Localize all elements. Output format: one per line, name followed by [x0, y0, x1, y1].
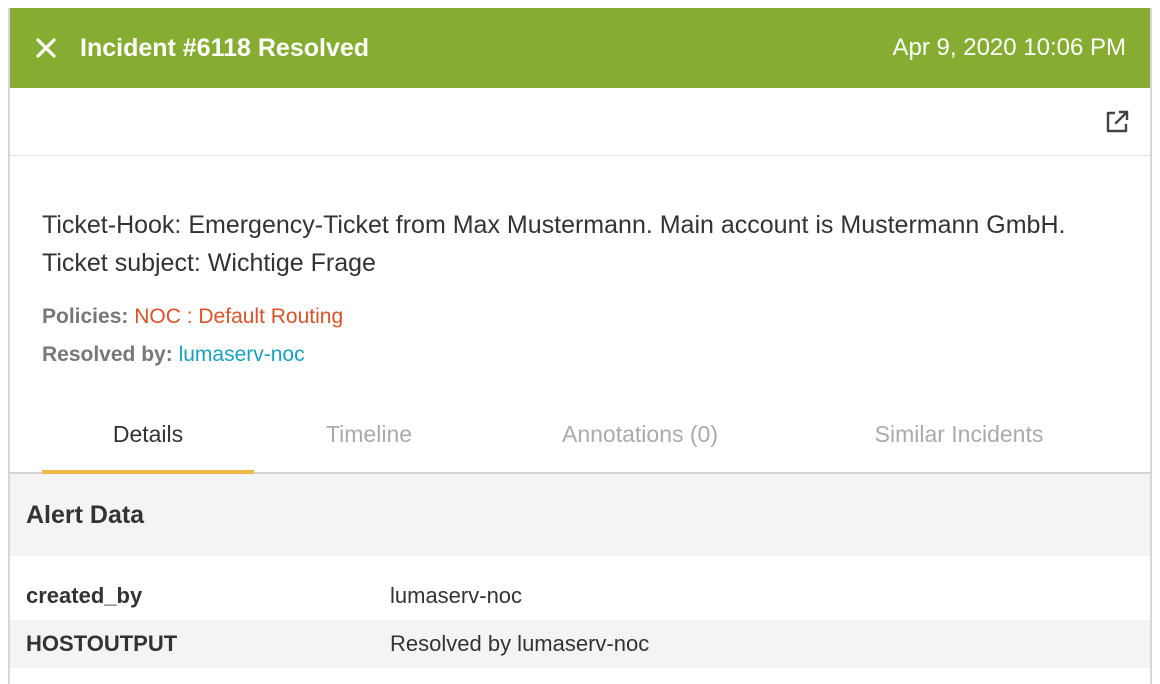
- tab-timeline[interactable]: Timeline: [254, 416, 484, 474]
- alert-data-value: Resolved by lumaserv-noc: [390, 631, 650, 656]
- alert-data-value: lumaserv-noc: [390, 583, 523, 608]
- alert-data-key: created_by: [26, 583, 143, 608]
- alert-data-table: created_by lumaserv-noc HOSTOUTPUT Resol…: [10, 556, 1150, 668]
- incident-tabs: Details Timeline Annotations (0) Similar…: [10, 416, 1150, 474]
- open-external-button[interactable]: [1102, 107, 1132, 137]
- external-link-icon: [1106, 110, 1129, 132]
- policies-label: Policies:: [42, 305, 129, 328]
- policy-link[interactable]: NOC : Default Routing: [134, 305, 343, 328]
- incident-toolbar: [10, 88, 1150, 156]
- resolved-by-label: Resolved by:: [42, 343, 173, 366]
- incident-summary: Ticket-Hook: Emergency-Ticket from Max M…: [42, 211, 1066, 277]
- incident-header: Incident #6118 Resolved Apr 9, 2020 10:0…: [10, 8, 1150, 88]
- alert-data-heading: Alert Data: [10, 474, 1150, 556]
- close-button[interactable]: [32, 34, 60, 62]
- incident-meta: Policies: NOC : Default Routing Resolved…: [10, 282, 1150, 374]
- tab-annotations[interactable]: Annotations (0): [484, 416, 796, 474]
- policies-row: Policies: NOC : Default Routing: [42, 298, 1118, 336]
- incident-title: Incident #6118 Resolved: [80, 33, 370, 62]
- table-row: created_by lumaserv-noc: [10, 572, 1150, 620]
- resolved-by-row: Resolved by: lumaserv-noc: [42, 336, 1118, 374]
- resolved-by-user-link[interactable]: lumaserv-noc: [179, 343, 305, 366]
- close-icon: [36, 38, 56, 58]
- incident-panel: Incident #6118 Resolved Apr 9, 2020 10:0…: [8, 8, 1152, 684]
- incident-timestamp: Apr 9, 2020 10:06 PM: [892, 34, 1126, 61]
- tab-similar-incidents[interactable]: Similar Incidents: [796, 416, 1122, 474]
- tab-details[interactable]: Details: [42, 416, 254, 474]
- table-row: HOSTOUTPUT Resolved by lumaserv-noc: [10, 620, 1150, 668]
- alert-data-key: HOSTOUTPUT: [26, 631, 178, 656]
